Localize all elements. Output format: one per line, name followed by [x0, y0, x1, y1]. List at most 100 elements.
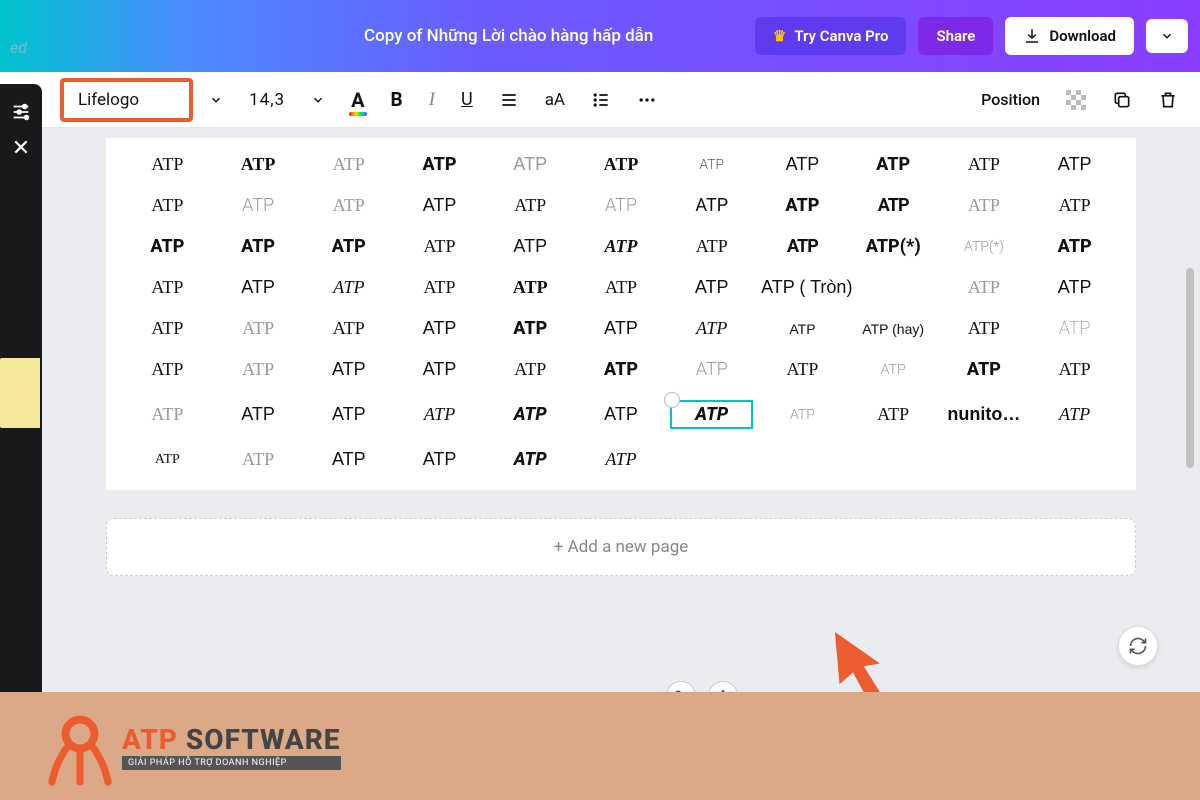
font-sample[interactable]: ATP [580, 154, 663, 175]
font-sample[interactable]: ATP [126, 154, 209, 175]
bold-button[interactable]: B [381, 82, 413, 117]
font-sample[interactable]: ATP [398, 449, 481, 470]
case-button[interactable]: aA [535, 84, 575, 116]
font-sample[interactable]: ATP [217, 359, 300, 380]
font-sample[interactable]: ATP [489, 195, 572, 216]
font-sample[interactable]: ATP [1033, 277, 1116, 298]
more-button[interactable] [627, 84, 667, 116]
font-sample[interactable]: ATP [670, 157, 753, 173]
font-sample[interactable]: ATP(*) [852, 236, 935, 257]
font-sample[interactable]: ATP [217, 236, 300, 257]
font-sample[interactable]: ATP [489, 236, 572, 257]
font-sample[interactable]: ATP [217, 404, 300, 425]
font-sample[interactable]: ATP [670, 359, 753, 380]
font-sample[interactable]: ATP [580, 359, 663, 380]
font-sample[interactable]: ATP [489, 277, 572, 298]
font-sample[interactable]: ATP [307, 236, 390, 257]
font-sample[interactable]: ATP [307, 154, 390, 175]
font-sample[interactable]: ATP [398, 318, 481, 339]
font-sample[interactable]: ATP [580, 404, 663, 425]
font-sample[interactable]: ATP [852, 195, 935, 216]
font-sample[interactable]: ATP [307, 277, 390, 298]
font-sample[interactable]: ATP [217, 277, 300, 298]
font-sample[interactable]: ATP [398, 195, 481, 216]
font-sample[interactable]: ATP [217, 449, 300, 470]
font-sample[interactable]: ATP [1033, 195, 1116, 216]
italic-button[interactable]: I [419, 83, 445, 117]
font-size-value[interactable]: 14,3 [239, 84, 295, 116]
font-sample[interactable]: ATP [398, 404, 481, 425]
design-canvas[interactable]: ATP ATP ATP ATP ATP ATP ATP ATP ATP ATP … [106, 138, 1136, 490]
font-sample[interactable]: ATP ( Tròn) [761, 277, 934, 298]
font-sample[interactable]: ATP [1033, 236, 1116, 257]
font-sample[interactable]: ATP [761, 359, 844, 380]
font-sample[interactable]: ATP [217, 154, 300, 175]
font-sample[interactable]: ATP [126, 277, 209, 298]
font-sample[interactable]: ATP [1033, 318, 1116, 339]
font-sample[interactable]: ATP [217, 318, 300, 339]
try-pro-button[interactable]: ♛ Try Canva Pro [755, 17, 907, 55]
page-thumbnail[interactable] [0, 358, 40, 428]
font-sample[interactable]: ATP [307, 195, 390, 216]
transparency-button[interactable] [1056, 84, 1096, 116]
alignment-button[interactable] [489, 84, 529, 116]
font-sample[interactable]: ATP [852, 362, 935, 378]
font-sample[interactable]: ATP [761, 321, 844, 337]
text-color-button[interactable]: A [341, 82, 374, 118]
font-sample[interactable]: ATP [398, 236, 481, 257]
font-sample[interactable]: ATP [489, 154, 572, 175]
font-sample[interactable]: ATP [126, 318, 209, 339]
font-size-dropdown[interactable] [301, 87, 335, 113]
font-sample[interactable]: ATP [761, 407, 844, 423]
font-sample[interactable]: ATP [580, 236, 663, 257]
font-sample[interactable]: ATP [852, 154, 935, 175]
font-sample[interactable]: ATP [398, 359, 481, 380]
font-sample[interactable]: ATP [398, 277, 481, 298]
font-sample[interactable]: ATP [943, 195, 1026, 216]
font-sample[interactable]: ATP(*) [943, 239, 1026, 255]
font-sample[interactable]: ATP [943, 277, 1026, 298]
font-sample[interactable]: ATP [126, 404, 209, 425]
font-sample[interactable]: ATP [761, 236, 844, 257]
font-dropdown-button[interactable] [199, 87, 233, 113]
font-sample[interactable]: ATP [943, 359, 1026, 380]
font-sample[interactable]: ATP [580, 195, 663, 216]
refresh-fab[interactable] [1118, 626, 1158, 666]
font-sample[interactable]: ATP [580, 277, 663, 298]
font-sample[interactable]: ATP [489, 359, 572, 380]
font-selector[interactable]: Lifelogo [60, 78, 193, 122]
font-sample[interactable]: ATP [126, 236, 209, 257]
document-title[interactable]: Copy of Những Lời chào hàng hấp dẫn [364, 26, 743, 46]
download-options-button[interactable] [1146, 19, 1188, 53]
font-sample[interactable]: ATP [217, 195, 300, 216]
font-sample[interactable]: ATP [761, 154, 844, 175]
font-sample[interactable]: ATP [852, 404, 935, 425]
font-sample[interactable]: ATP [943, 154, 1026, 175]
delete-button[interactable] [1148, 84, 1188, 116]
font-sample[interactable]: ATP [126, 359, 209, 380]
font-sample[interactable]: ATP [670, 195, 753, 216]
list-button[interactable] [581, 84, 621, 116]
font-sample[interactable]: ATP [489, 318, 572, 339]
copy-button[interactable] [1102, 84, 1142, 116]
font-sample[interactable]: ATP [126, 452, 209, 468]
font-sample[interactable]: ATP [489, 449, 572, 470]
position-button[interactable]: Position [971, 84, 1050, 115]
font-sample[interactable]: ATP [580, 318, 663, 339]
share-button[interactable]: Share [918, 17, 993, 55]
font-sample[interactable]: ATP [670, 318, 753, 339]
font-sample[interactable]: ATP [307, 318, 390, 339]
font-sample[interactable]: ATP [1033, 359, 1116, 380]
close-panel-button[interactable]: ✕ [12, 136, 30, 161]
font-sample[interactable]: ATP [761, 195, 844, 216]
font-sample[interactable]: ATP [307, 404, 390, 425]
font-sample[interactable]: ATP [670, 236, 753, 257]
font-sample[interactable]: ATP [1033, 154, 1116, 175]
font-sample[interactable]: ATP [580, 449, 663, 470]
font-sample[interactable]: ATP [670, 277, 753, 298]
underline-button[interactable]: U [451, 83, 483, 116]
font-sample[interactable]: ATP [489, 404, 572, 425]
font-sample[interactable]: ATP [1033, 404, 1116, 425]
font-sample[interactable]: ATP [943, 318, 1026, 339]
font-sample[interactable]: ATP [307, 449, 390, 470]
